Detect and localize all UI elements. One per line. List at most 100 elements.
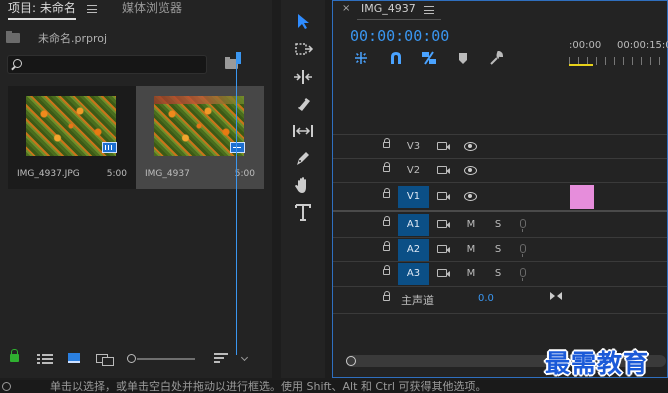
lock-icon[interactable] — [383, 241, 390, 251]
chevron-down-icon[interactable] — [240, 353, 249, 362]
clip-duration: 5:00 — [234, 169, 255, 179]
snap-magnet-icon[interactable] — [388, 51, 404, 65]
timeline-panel: × IMG_4937 00:00:00:00 :00:00 00:00:15: … — [332, 0, 668, 378]
zoom-slider[interactable] — [137, 358, 195, 360]
lock-icon[interactable] — [383, 188, 390, 198]
microphone-icon[interactable] — [520, 219, 526, 232]
clip-duration: 5:00 — [106, 169, 127, 179]
freeform-view-icon[interactable] — [96, 354, 114, 366]
project-panel: 项目: 未命名 媒体浏览器 未命名.prproj IMG_4937.JPG 5:… — [0, 0, 272, 378]
project-item-image[interactable]: IMG_4937.JPG 5:00 — [8, 86, 136, 189]
timeline-clip-v1[interactable] — [570, 185, 594, 209]
sync-lock-icon[interactable] — [437, 142, 450, 150]
sync-lock-icon[interactable] — [437, 192, 450, 200]
linked-selection-icon[interactable] — [421, 51, 437, 65]
video-audio-divider — [333, 210, 667, 212]
project-item-sequence[interactable]: IMG_4937 5:00 — [136, 86, 264, 189]
track-header-a3: A3 M S — [333, 262, 569, 286]
track-select-tool[interactable] — [291, 38, 315, 60]
pen-tool[interactable] — [291, 147, 315, 169]
sync-lock-icon[interactable] — [437, 166, 450, 174]
sync-lock-icon[interactable] — [437, 245, 450, 253]
status-bar: 单击以选择，或单击空白处并拖动以进行框选。使用 Shift、Alt 和 Ctrl… — [0, 380, 668, 393]
tab-project[interactable]: 项目: 未命名 — [8, 0, 76, 20]
tab-media-browser[interactable]: 媒体浏览器 — [122, 0, 182, 20]
master-volume-value[interactable]: 0.0 — [478, 293, 494, 304]
sync-lock-icon[interactable] — [437, 220, 450, 228]
lock-icon[interactable] — [383, 265, 390, 275]
still-image-badge-icon — [102, 142, 117, 153]
list-view-icon[interactable] — [37, 354, 53, 364]
mute-button[interactable]: M — [464, 239, 478, 261]
clip-name: IMG_4937 — [145, 169, 190, 179]
go-to-end-icon[interactable] — [550, 291, 562, 301]
eye-icon[interactable] — [464, 166, 477, 175]
nest-sequence-icon[interactable] — [353, 51, 369, 65]
sequence-badge-icon — [230, 142, 245, 153]
track-header-a1: A1 M S — [333, 213, 569, 237]
track-header-v3: V3 — [333, 135, 569, 159]
pen-icon — [297, 152, 309, 165]
eye-icon[interactable] — [464, 142, 477, 151]
hand-tool[interactable] — [291, 174, 315, 196]
panel-menu-icon[interactable] — [424, 6, 434, 14]
sort-icon[interactable] — [214, 353, 228, 363]
razor-tool[interactable] — [291, 93, 315, 115]
microphone-icon[interactable] — [520, 244, 526, 257]
track-name[interactable]: V2 — [398, 160, 429, 182]
track-header-a2: A2 M S — [333, 238, 569, 262]
ruler-label: :00:00 — [569, 40, 602, 51]
hand-icon — [295, 177, 306, 193]
search-input[interactable] — [28, 57, 203, 72]
lock-icon[interactable] — [10, 349, 19, 362]
tab-underline — [357, 19, 441, 20]
slip-icon — [293, 125, 313, 137]
clip-name: IMG_4937.JPG — [17, 169, 80, 179]
playhead-timecode[interactable]: 00:00:00:00 — [350, 27, 449, 45]
lock-icon[interactable] — [383, 291, 390, 301]
sequence-tab-title[interactable]: IMG_4937 — [361, 2, 416, 15]
time-ruler[interactable]: :00:00 00:00:15:00 — [569, 37, 668, 67]
track-name[interactable]: V3 — [398, 136, 429, 158]
project-tabs: 项目: 未命名 媒体浏览器 — [0, 0, 272, 20]
master-track-label: 主声道 — [401, 294, 434, 307]
track-select-icon — [295, 43, 314, 55]
add-marker-icon[interactable] — [455, 51, 471, 65]
track-header-v1: V1 — [333, 185, 569, 209]
scrollbar-handle[interactable] — [346, 356, 356, 366]
lock-icon[interactable] — [383, 162, 390, 172]
zoom-slider-handle[interactable] — [127, 354, 136, 363]
close-tab-icon[interactable]: × — [342, 3, 350, 14]
mute-button[interactable]: M — [464, 214, 478, 236]
razor-icon — [298, 98, 310, 111]
solo-button[interactable]: S — [491, 263, 505, 285]
work-area-bar[interactable] — [569, 64, 593, 66]
ripple-edit-tool[interactable] — [291, 66, 315, 88]
panel-menu-icon[interactable] — [87, 5, 97, 13]
type-tool[interactable] — [291, 201, 315, 223]
track-name[interactable]: A3 — [398, 263, 429, 285]
lock-icon[interactable] — [383, 216, 390, 226]
track-divider — [333, 313, 667, 314]
watermark-logo: 最需教育 — [545, 349, 650, 378]
icon-view-icon[interactable] — [68, 353, 80, 363]
timeline-settings-wrench-icon[interactable] — [488, 50, 504, 65]
slip-tool[interactable] — [291, 120, 315, 142]
eye-icon[interactable] — [464, 192, 477, 201]
playhead-line — [236, 52, 237, 355]
sync-lock-icon[interactable] — [437, 269, 450, 277]
lock-icon[interactable] — [383, 138, 390, 148]
mute-button[interactable]: M — [464, 263, 478, 285]
search-icon — [13, 59, 22, 68]
track-divider — [333, 286, 667, 287]
solo-button[interactable]: S — [491, 214, 505, 236]
track-name[interactable]: A2 — [398, 239, 429, 261]
track-name[interactable]: A1 — [398, 214, 429, 236]
selection-tool[interactable] — [291, 10, 315, 32]
track-header-v2: V2 — [333, 159, 569, 183]
search-field[interactable] — [7, 55, 207, 74]
folder-icon — [6, 31, 20, 43]
solo-button[interactable]: S — [491, 239, 505, 261]
track-name[interactable]: V1 — [398, 186, 429, 208]
microphone-icon[interactable] — [520, 268, 526, 281]
